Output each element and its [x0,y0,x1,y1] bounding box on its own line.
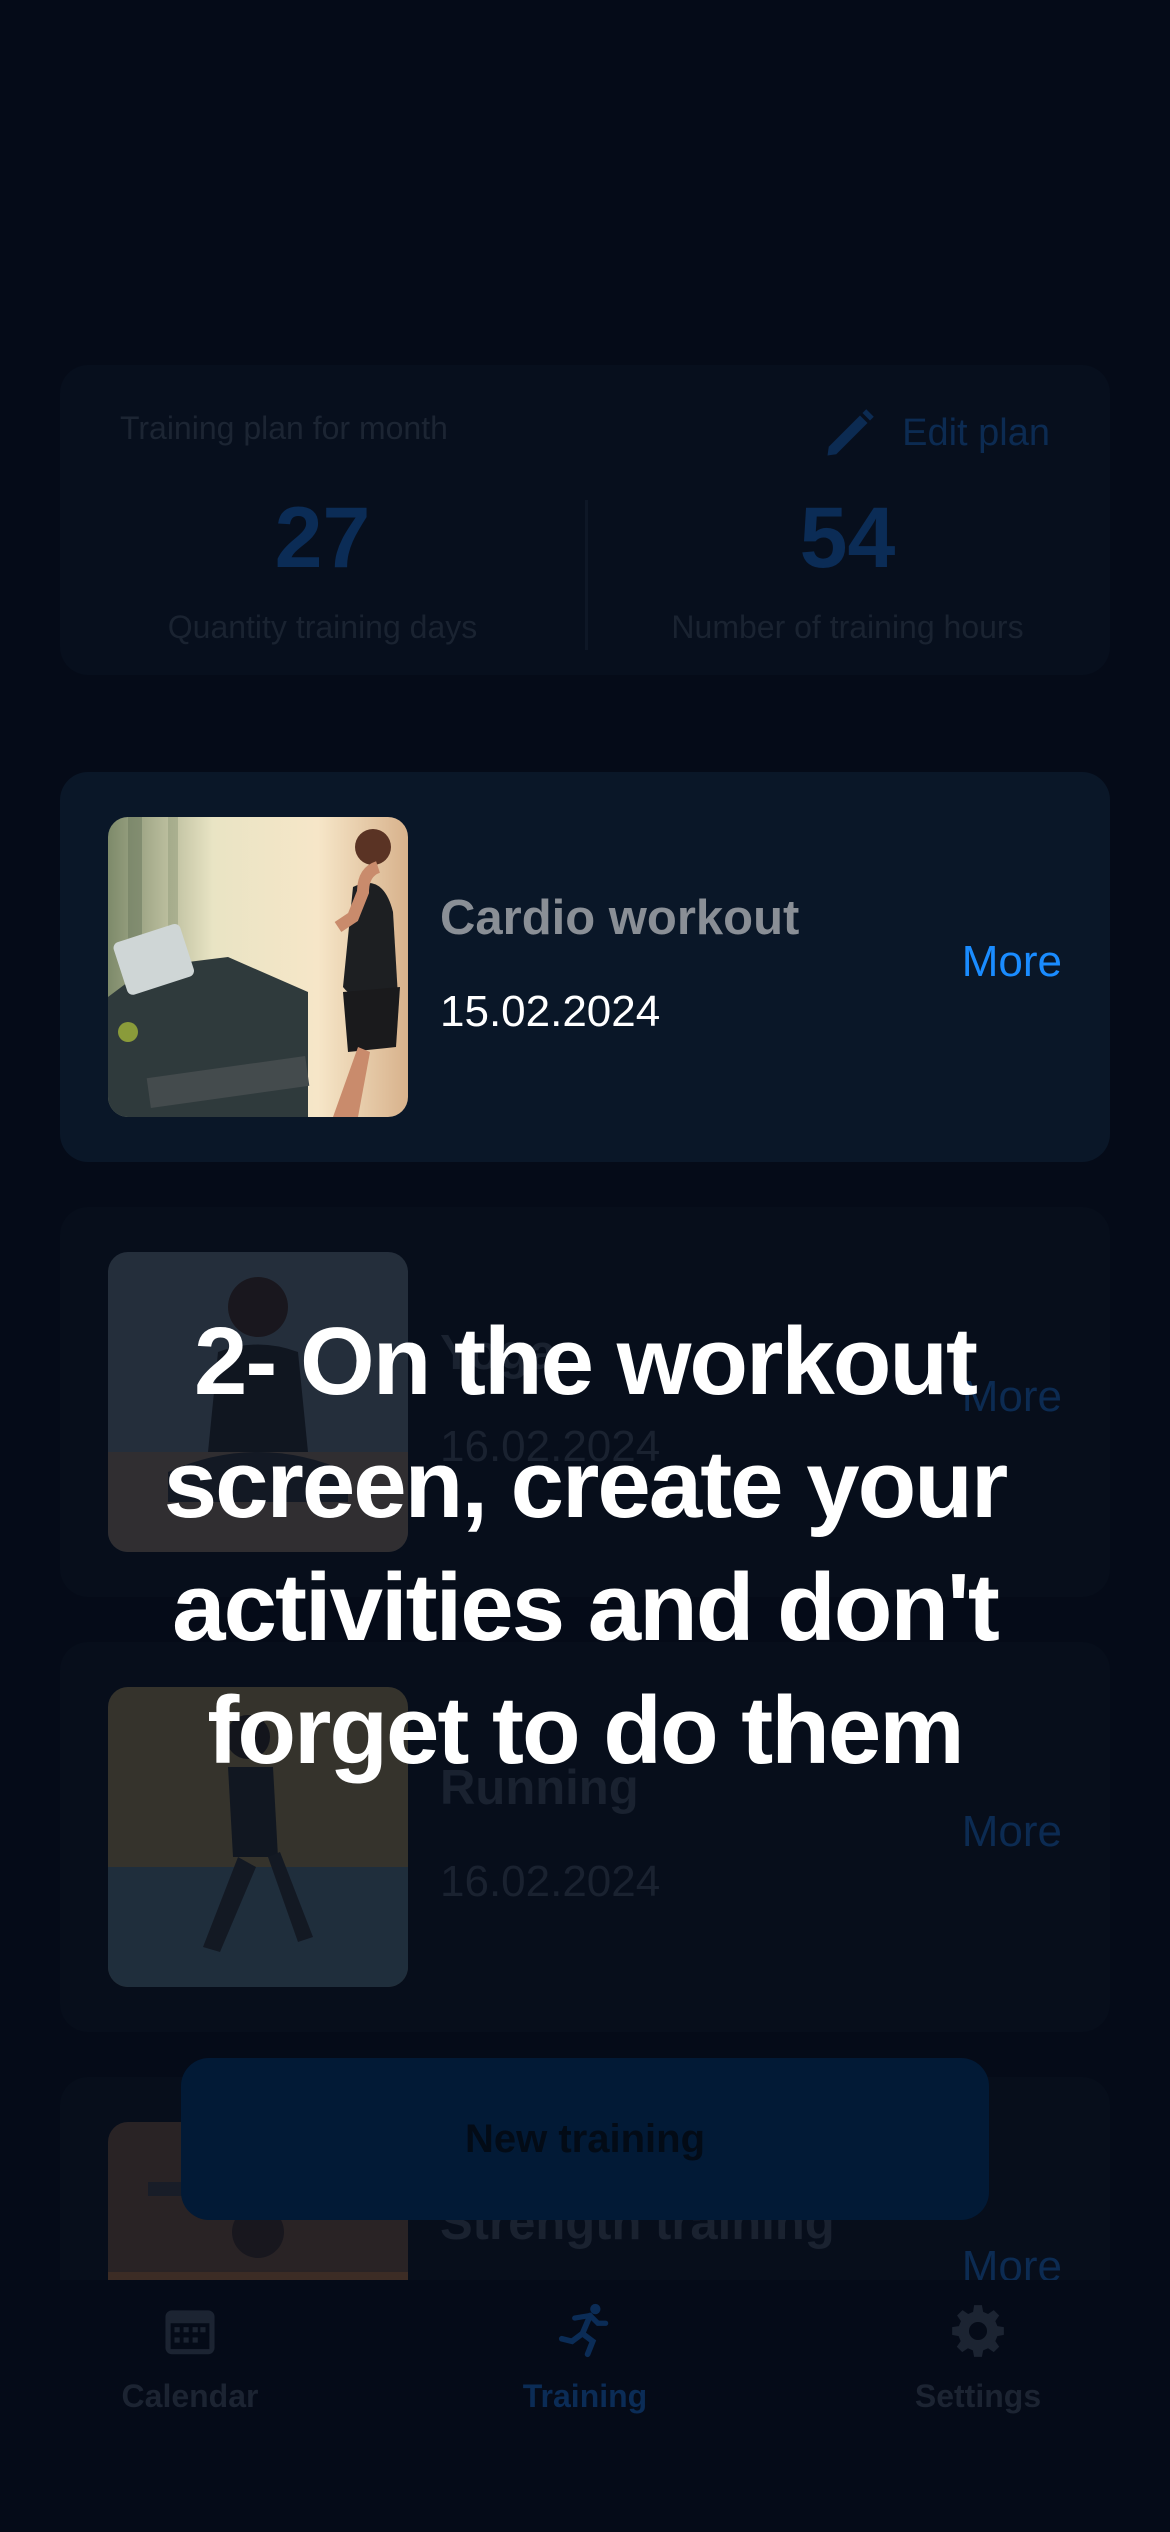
training-hours-value: 54 [799,490,896,586]
new-training-button[interactable]: New training [181,2058,989,2220]
training-hours-label: Number of training hours [671,609,1024,645]
gear-icon [952,2305,1004,2357]
edit-plan-label: Edit plan [902,411,1050,454]
runner-icon [558,2303,609,2358]
training-days-value: 27 [274,490,371,586]
edit-plan-button[interactable]: Edit plan [820,403,1050,463]
training-hours-stat: 54 Number of training hours [585,495,1110,646]
bottom-tab-bar: Calendar Training Settings [0,2280,1170,2532]
pencil-icon [827,409,874,456]
plan-title: Training plan for month [120,410,448,446]
tab-training-label: Training [522,2378,648,2414]
workout-date: 15.02.2024 [440,987,661,1036]
onboarding-caption: 2- On the workout screen, create your ac… [163,1308,1009,1784]
tab-calendar-label: Calendar [121,2378,259,2414]
training-days-label: Quantity training days [167,609,478,645]
training-days-stat: 27 Quantity training days [60,495,585,646]
monthly-plan-card: Training plan for month Edit plan 27 Qua… [60,365,1110,675]
tab-calendar[interactable]: Calendar [60,2300,320,2415]
workout-name: Cardio workout [440,891,800,945]
training-screen: Training plan for month Edit plan 27 Qua… [0,0,1170,2532]
tab-settings-label: Settings [914,2378,1042,2414]
tab-settings[interactable]: Settings [848,2300,1108,2415]
tab-training[interactable]: Training [455,2300,715,2415]
calendar-icon [165,2310,215,2355]
more-button[interactable]: More [962,1807,1062,1857]
more-button[interactable]: More [962,937,1062,987]
workout-card[interactable]: Cardio workout 15.02.2024 More [60,772,1110,1162]
workout-image-cardio [108,817,408,1117]
workout-date: 16.02.2024 [440,1857,661,1906]
